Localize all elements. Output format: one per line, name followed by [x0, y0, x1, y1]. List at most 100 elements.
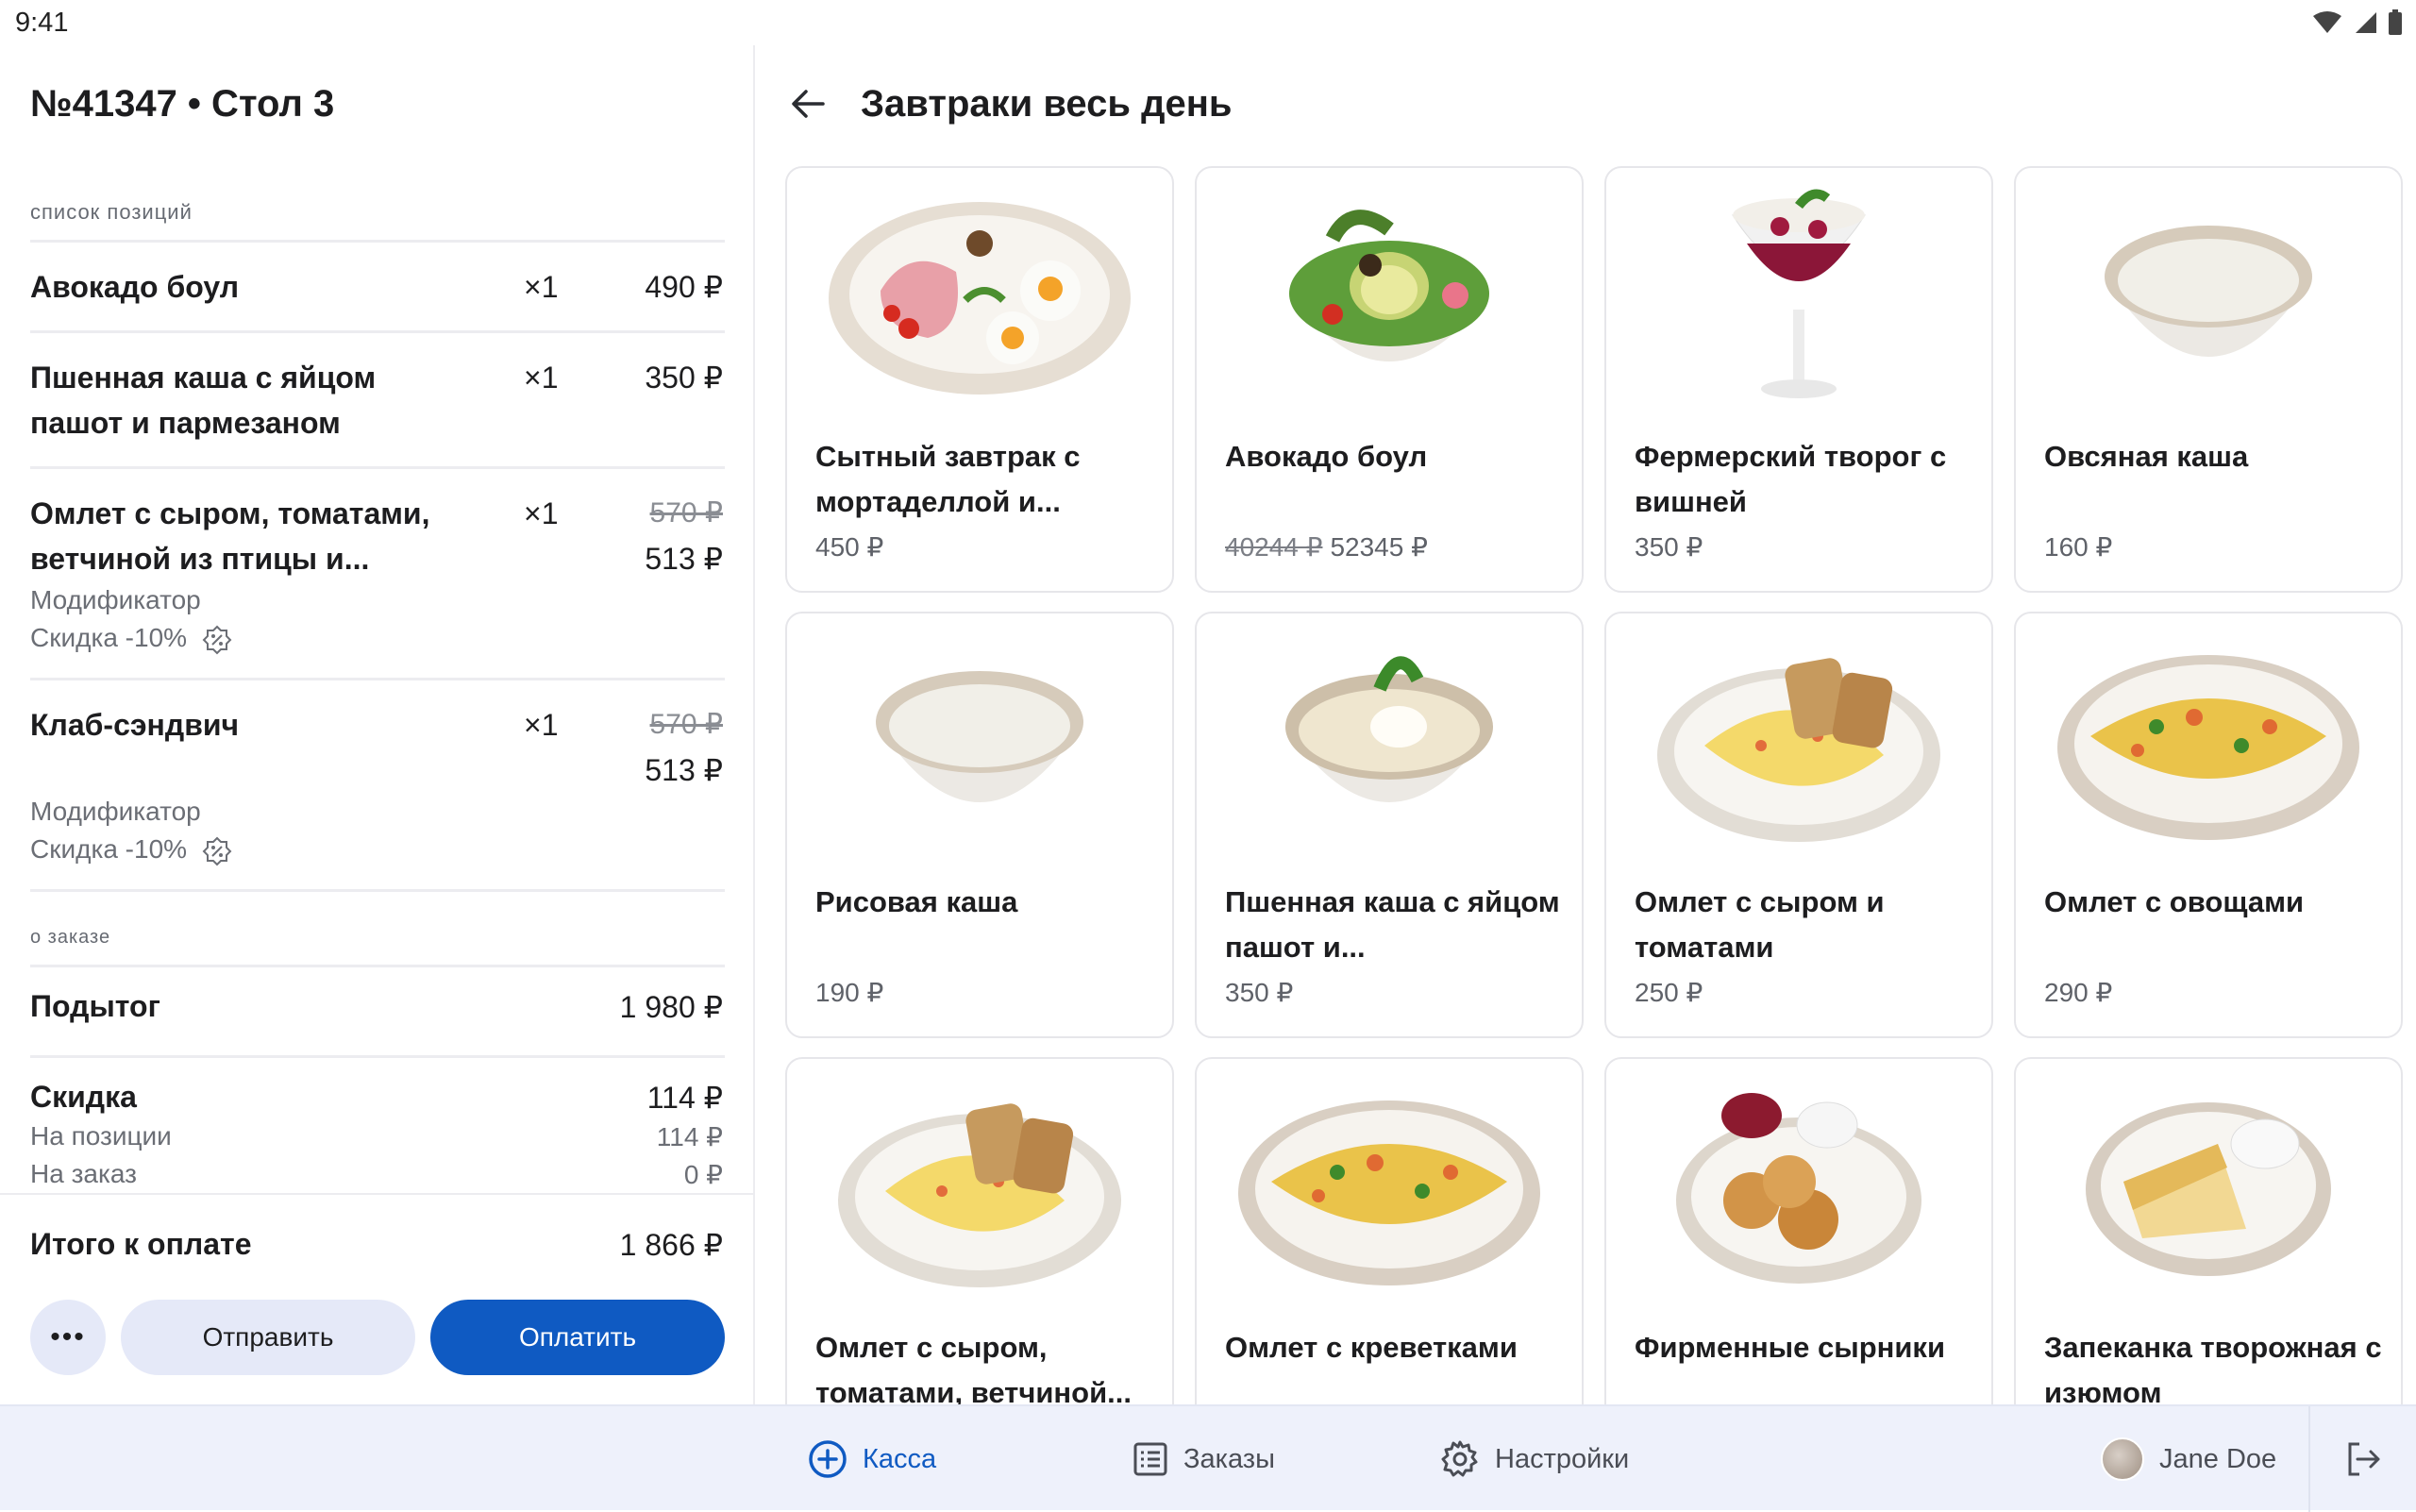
item-name: Клаб-сэндвич [30, 708, 240, 742]
dish-image [1197, 613, 1582, 868]
menu-card[interactable]: Авокадо боул 40244 ₽52345 ₽ [1195, 166, 1584, 593]
nav-orders[interactable]: Заказы [1132, 1406, 1275, 1512]
menu-card[interactable]: Омлет с сыром, томатами, ветчиной... [785, 1057, 1174, 1404]
item-name: Авокадо боул [30, 270, 240, 304]
status-bar: 9:41 [0, 0, 2416, 45]
discount-items-label: На позиции [30, 1121, 172, 1151]
subtotal-value: 1 980 ₽ [619, 990, 723, 1024]
item-qty: ×1 [524, 361, 559, 395]
dish-image [2016, 168, 2401, 423]
menu-card[interactable]: Запеканка творожная с изюмом [2014, 1057, 2403, 1404]
item-modifier: Модификатор [30, 585, 201, 614]
menu-card[interactable]: Рисовая каша 190 ₽ [785, 612, 1174, 1038]
signal-icon [2356, 12, 2376, 33]
dish-image [1606, 613, 1991, 868]
logout-icon[interactable] [2344, 1440, 2382, 1478]
dish-current-price: 52345 ₽ [1330, 532, 1428, 562]
dish-current-price: 350 ₽ [1225, 978, 1294, 1007]
back-arrow-icon[interactable] [789, 85, 827, 123]
dish-current-price: 290 ₽ [2044, 978, 2113, 1007]
dish-name: Запеканка творожная с изюмом [2044, 1331, 2382, 1404]
dish-current-price: 350 ₽ [1635, 532, 1703, 562]
dish-name: Фирменные сырники [1635, 1331, 1945, 1364]
nav-kassa-label: Касса [863, 1443, 937, 1474]
menu-card[interactable]: Омлет с креветками [1195, 1057, 1584, 1404]
dish-old-price: 40244 ₽ [1225, 532, 1323, 562]
dish-price: 350 ₽ [1225, 977, 1293, 1008]
avatar [2101, 1437, 2144, 1481]
item-old-price: 570 ₽ [649, 709, 723, 740]
dish-image [1606, 168, 1991, 423]
item-price: 350 ₽ [645, 361, 723, 395]
menu-card[interactable]: Омлет с сыром и томатами 250 ₽ [1604, 612, 1993, 1038]
menu-card[interactable]: Омлет с овощами 290 ₽ [2014, 612, 2403, 1038]
item-qty: ×1 [524, 708, 559, 742]
menu-card[interactable]: Фирменные сырники [1604, 1057, 1993, 1404]
dish-name: Рисовая каша [815, 885, 1018, 918]
status-icons [2312, 9, 2403, 36]
discount-label: Скидка [30, 1080, 137, 1114]
item-qty: ×1 [524, 496, 559, 530]
dish-price: 450 ₽ [815, 531, 883, 563]
item-name: Омлет с сыром, томатами, ветчиной из пти… [30, 496, 430, 576]
menu-card[interactable]: Овсяная каша 160 ₽ [2014, 166, 2403, 593]
dish-current-price: 160 ₽ [2044, 532, 2113, 562]
discount-order-label: На заказ [30, 1159, 137, 1188]
divider [30, 678, 725, 680]
order-panel: №41347 • Стол 3 список позиций Авокадо б… [0, 45, 755, 1450]
pay-button[interactable]: Оплатить [430, 1300, 725, 1375]
dish-name: Овсяная каша [2044, 440, 2249, 473]
dish-image [787, 168, 1172, 423]
send-button[interactable]: Отправить [121, 1300, 415, 1375]
dish-name: Омлет с овощами [2044, 885, 2305, 918]
divider [30, 330, 725, 333]
discount-badge-icon [202, 836, 232, 866]
list-icon [1133, 1442, 1167, 1476]
dish-current-price: 450 ₽ [815, 532, 884, 562]
discount-value: 114 ₽ [646, 1081, 723, 1115]
about-section-label: о заказе [30, 927, 111, 948]
nav-orders-label: Заказы [1183, 1443, 1275, 1474]
total-label: Итого к оплате [30, 1227, 252, 1261]
item-discount-text: Скидка -10% [30, 623, 188, 652]
divider [30, 965, 725, 967]
item-discount-text: Скидка -10% [30, 834, 188, 864]
dish-name: Омлет с креветками [1225, 1331, 1518, 1364]
menu-card[interactable]: Фермерский творог с вишней 350 ₽ [1604, 166, 1993, 593]
divider [30, 889, 725, 892]
dish-image [787, 613, 1172, 868]
item-modifier: Модификатор [30, 797, 201, 826]
dish-price: 290 ₽ [2044, 977, 2112, 1008]
dish-name: Пшенная каша с яйцом пашот и... [1225, 885, 1560, 964]
dish-price: 250 ₽ [1635, 977, 1703, 1008]
dish-name: Авокадо боул [1225, 440, 1428, 473]
bottom-nav: Касса Заказы Настройки Jane Doe [0, 1404, 2416, 1512]
dish-image [2016, 613, 2401, 868]
menu-card[interactable]: Сытный завтрак с мортаделлой и... 450 ₽ [785, 166, 1174, 593]
nav-settings-label: Настройки [1495, 1443, 1630, 1474]
nav-divider [2308, 1406, 2310, 1512]
order-title: №41347 • Стол 3 [30, 83, 335, 125]
discount-order-value: 0 ₽ [683, 1160, 723, 1189]
divider [30, 1055, 725, 1058]
item-discount: Скидка -10% [30, 619, 232, 657]
total-value: 1 866 ₽ [619, 1228, 723, 1262]
user-name: Jane Doe [2159, 1443, 2277, 1474]
more-button[interactable]: ••• [30, 1300, 106, 1375]
item-discount: Скидка -10% [30, 831, 232, 868]
status-time: 9:41 [15, 8, 69, 38]
dish-image [2016, 1059, 2401, 1314]
add-circle-icon [809, 1440, 847, 1478]
subtotal-label: Подытог [30, 989, 160, 1023]
user-profile[interactable]: Jane Doe [2101, 1406, 2276, 1512]
item-name: Пшенная каша с яйцом пашот и пармезаном [30, 361, 377, 440]
menu-card[interactable]: Пшенная каша с яйцом пашот и... 350 ₽ [1195, 612, 1584, 1038]
item-price: 490 ₽ [645, 270, 723, 304]
dish-name: Сытный завтрак с мортаделлой и... [815, 440, 1081, 518]
divider [30, 466, 725, 469]
dish-image [1197, 168, 1582, 423]
dish-image [1197, 1059, 1582, 1314]
nav-settings[interactable]: Настройки [1440, 1406, 1629, 1512]
divider [30, 240, 725, 243]
nav-kassa[interactable]: Касса [808, 1406, 936, 1512]
